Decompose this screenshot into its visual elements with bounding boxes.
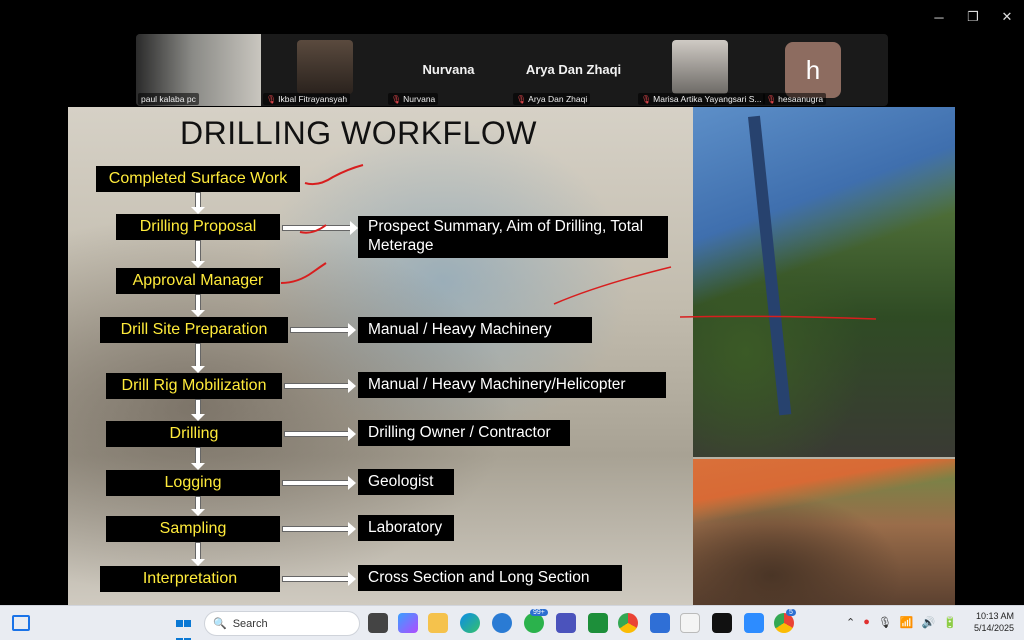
windows-taskbar: 🔍 Search 99+ 5 ⌃ ● 🎙 📶 🔊 🔋 10:13 AM 5/14… xyxy=(0,605,1024,640)
clock[interactable]: 10:13 AM 5/14/2025 xyxy=(974,610,1014,634)
mic-muted-icon: 🎙 xyxy=(266,94,277,104)
step-box: Drilling Proposal xyxy=(116,214,280,240)
record-icon[interactable]: ● xyxy=(863,616,870,629)
shared-screen-slide: DRILLING WORKFLOW Completed Surface Work… xyxy=(68,107,955,605)
battery-icon[interactable]: 🔋 xyxy=(943,616,957,629)
step-box: Logging xyxy=(106,470,280,496)
participant-display-name: Arya Dan Zhaqi xyxy=(525,62,622,77)
app-icon[interactable] xyxy=(588,613,608,633)
participant-name-tag: 🎙 Ikbal Fitrayansyah xyxy=(263,93,351,105)
file-explorer-icon[interactable] xyxy=(428,613,448,633)
restore-icon[interactable]: ❐ xyxy=(956,6,990,28)
microphone-icon[interactable]: 🎙 xyxy=(878,616,892,629)
flow-arrow-right xyxy=(282,221,358,235)
flow-arrow-right xyxy=(284,427,356,441)
drill-rig-photo xyxy=(693,107,955,457)
step-box: Drill Site Preparation xyxy=(100,317,288,343)
detail-box: Prospect Summary, Aim of Drilling, Total… xyxy=(358,216,668,258)
detail-box: Laboratory xyxy=(358,515,454,541)
participant-tile[interactable]: h 🎙 hesaanugra xyxy=(761,34,886,106)
close-icon[interactable]: ✕ xyxy=(990,6,1024,28)
participant-display-name: Nurvana xyxy=(422,62,475,77)
taskbar-search[interactable]: 🔍 Search xyxy=(204,611,360,636)
drill-site-photo xyxy=(693,459,955,605)
chrome-icon[interactable] xyxy=(618,613,638,633)
mic-muted-icon: 🎙 xyxy=(766,94,777,104)
participant-name-tag: 🎙 Arya Dan Zhaqi xyxy=(513,93,591,105)
participant-name-tag: 🎙 Nurvana xyxy=(388,93,439,105)
flow-arrow-down xyxy=(191,447,205,470)
step-box: Completed Surface Work xyxy=(96,166,300,192)
avatar: h xyxy=(785,42,841,98)
whatsapp-icon[interactable] xyxy=(524,613,544,633)
detail-box: Manual / Heavy Machinery/Helicopter xyxy=(358,372,666,398)
step-box: Drill Rig Mobilization xyxy=(106,373,282,399)
clock-time: 10:13 AM xyxy=(975,611,1014,621)
wifi-icon[interactable]: 📶 xyxy=(900,616,914,629)
flow-arrow-down xyxy=(191,343,205,373)
search-icon: 🔍 xyxy=(213,618,227,630)
step-box: Interpretation xyxy=(100,566,280,592)
window-controls: ─ ❐ ✕ xyxy=(922,6,1024,28)
task-view-icon[interactable] xyxy=(368,613,388,633)
flow-arrow-down xyxy=(191,294,205,317)
teams-icon[interactable] xyxy=(556,613,576,633)
volume-icon[interactable]: 🔊 xyxy=(922,616,936,629)
zoom-icon[interactable] xyxy=(744,613,764,633)
participant-video xyxy=(297,40,353,94)
zoom-meeting-screen: ─ ❐ ✕ paul kalaba pc 🎙 Ikbal Fitrayansyah… xyxy=(0,0,1024,640)
detail-box: Manual / Heavy Machinery xyxy=(358,317,592,343)
store-icon[interactable] xyxy=(650,613,670,633)
flow-arrow-right xyxy=(284,379,356,393)
participant-tile[interactable]: Nurvana 🎙 Nurvana xyxy=(386,34,511,106)
chevron-up-icon[interactable]: ⌃ xyxy=(846,616,855,629)
flow-arrow-right xyxy=(282,572,356,586)
step-box: Approval Manager xyxy=(116,268,280,294)
detail-box: Cross Section and Long Section xyxy=(358,565,622,591)
flow-arrow-right xyxy=(282,522,356,536)
participant-tile[interactable]: Arya Dan Zhaqi 🎙 Arya Dan Zhaqi xyxy=(511,34,636,106)
widgets-icon[interactable] xyxy=(12,615,30,631)
detail-box: Geologist xyxy=(358,469,454,495)
clock-date: 5/14/2025 xyxy=(973,623,1014,634)
start-button[interactable] xyxy=(176,615,192,640)
notepad-icon[interactable] xyxy=(680,613,700,633)
step-box: Drilling xyxy=(106,421,282,447)
step-box: Sampling xyxy=(106,516,280,542)
participant-video xyxy=(672,40,728,94)
flow-arrow-down xyxy=(191,399,205,421)
copilot-icon[interactable] xyxy=(398,613,418,633)
mic-muted-icon: 🎙 xyxy=(516,94,527,104)
flow-arrow-down xyxy=(191,542,205,566)
chrome-profile-icon[interactable] xyxy=(774,613,794,633)
participant-tile[interactable]: paul kalaba pc xyxy=(136,34,261,106)
flow-arrow-right xyxy=(290,323,356,337)
mic-muted-icon: 🎙 xyxy=(391,94,402,104)
detail-box: Drilling Owner / Contractor xyxy=(358,420,570,446)
slide-title: DRILLING WORKFLOW xyxy=(180,115,537,151)
flow-arrow-down xyxy=(191,496,205,516)
flow-arrow-right xyxy=(282,476,356,490)
sticky-notes-icon[interactable] xyxy=(712,613,732,633)
participant-tile[interactable]: 🎙 Ikbal Fitrayansyah xyxy=(261,34,386,106)
participant-name-tag: 🎙 Marisa Artika Yayangsari S... xyxy=(638,93,765,105)
participant-name-tag: 🎙 hesaanugra xyxy=(763,93,827,105)
search-placeholder: Search xyxy=(232,617,268,630)
flow-arrow-down xyxy=(191,240,205,268)
edge-icon[interactable] xyxy=(460,613,480,633)
notification-badge: 99+ xyxy=(530,609,548,616)
mic-muted-icon: 🎙 xyxy=(641,94,652,104)
search-app-icon[interactable] xyxy=(492,613,512,633)
flow-arrow-down xyxy=(191,192,205,214)
notification-badge: 5 xyxy=(786,609,796,616)
participant-name-tag: paul kalaba pc xyxy=(138,93,199,105)
participant-tile[interactable]: 🎙 Marisa Artika Yayangsari S... xyxy=(636,34,765,106)
minimize-icon[interactable]: ─ xyxy=(922,6,956,28)
system-tray: ⌃ ● 🎙 📶 🔊 🔋 xyxy=(846,616,957,629)
participant-strip: paul kalaba pc 🎙 Ikbal Fitrayansyah Nurva… xyxy=(136,34,888,106)
